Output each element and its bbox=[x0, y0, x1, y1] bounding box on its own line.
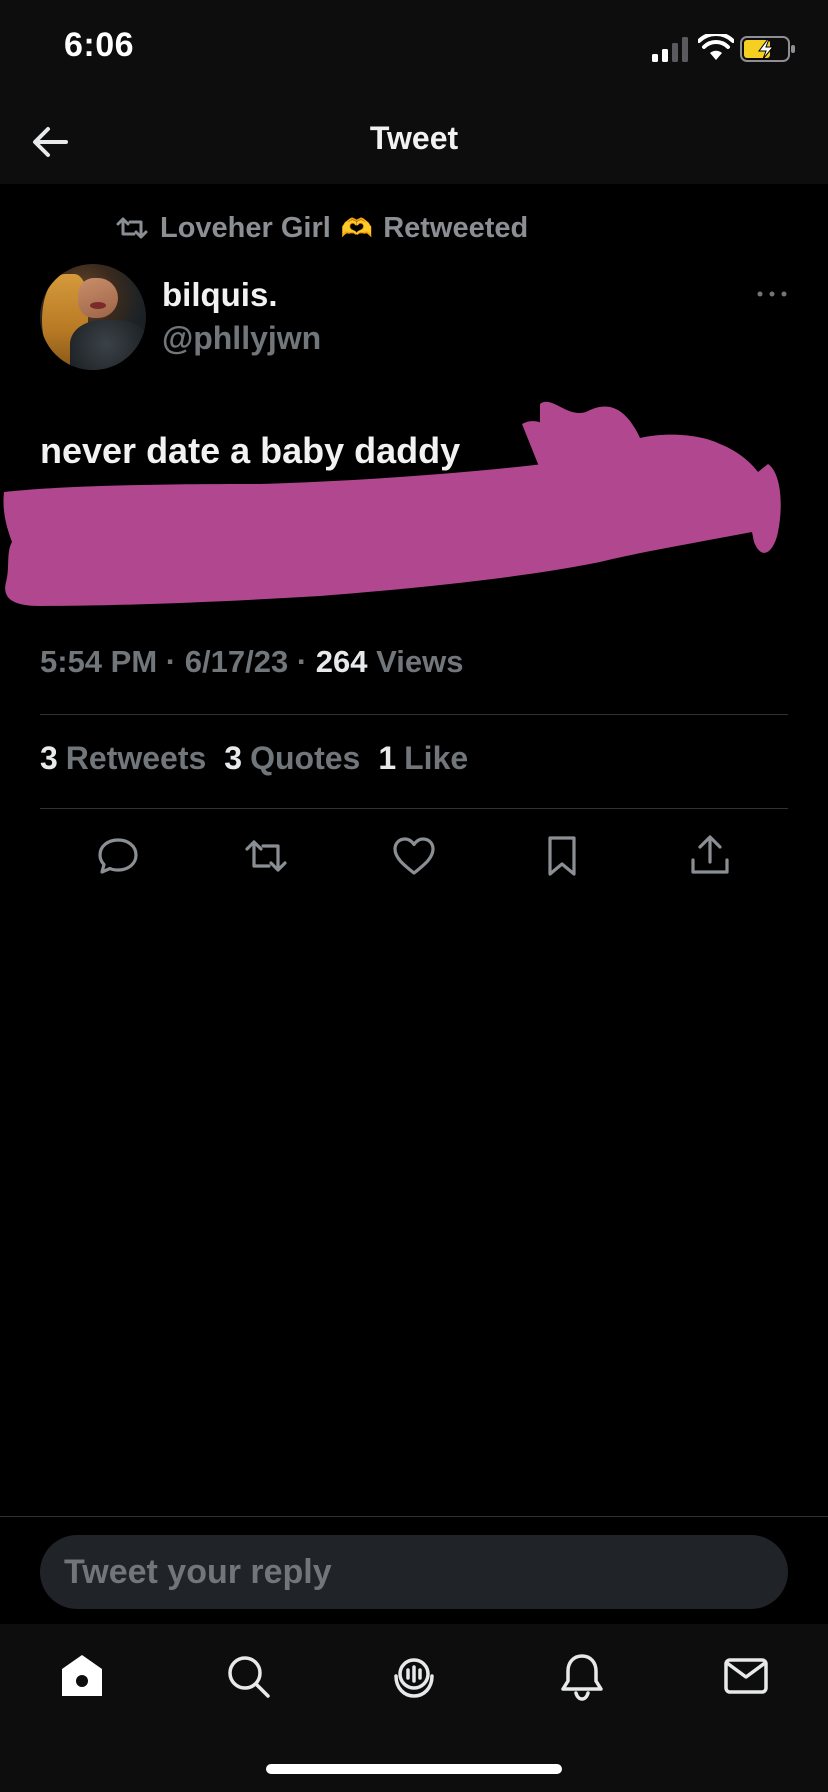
like-heart-icon bbox=[393, 837, 435, 875]
tab-home[interactable] bbox=[56, 1650, 108, 1702]
tab-spaces[interactable] bbox=[388, 1650, 440, 1702]
cellular-signal-icon bbox=[652, 37, 688, 62]
likes-label: Like bbox=[404, 740, 469, 776]
search-icon bbox=[228, 1656, 270, 1698]
reply-icon bbox=[98, 838, 138, 874]
views-label[interactable]: Views bbox=[376, 644, 463, 679]
home-indicator bbox=[266, 1764, 562, 1774]
tab-notifications[interactable] bbox=[556, 1650, 608, 1702]
retweets-count: 3 bbox=[40, 740, 58, 776]
tweet-text: never date a baby daddy bbox=[40, 430, 461, 471]
wifi-icon bbox=[698, 34, 734, 60]
tweet-time: 5:54 PM bbox=[40, 644, 158, 679]
battery-charging-icon bbox=[740, 36, 795, 62]
quotes-stat[interactable]: 3 Quotes bbox=[224, 740, 360, 777]
tab-messages[interactable] bbox=[720, 1650, 772, 1702]
retweet-button[interactable] bbox=[242, 832, 290, 880]
retweets-label: Retweets bbox=[65, 740, 207, 776]
meta-separator: · bbox=[165, 644, 177, 679]
more-dots-icon[interactable] bbox=[754, 282, 790, 306]
page-title: Tweet bbox=[369, 120, 459, 156]
quotes-label: Quotes bbox=[250, 740, 361, 776]
retweet-context[interactable]: Loveher Girl 🫶 Retweeted bbox=[114, 208, 528, 248]
heart-hands-emoji: 🫶 bbox=[340, 212, 374, 243]
retweeted-label: Retweeted bbox=[383, 211, 529, 244]
author-name[interactable]: bilquis. bbox=[162, 276, 278, 314]
quotes-count: 3 bbox=[224, 740, 243, 776]
reply-input[interactable] bbox=[40, 1535, 788, 1609]
tab-search[interactable] bbox=[222, 1650, 274, 1702]
divider bbox=[40, 714, 788, 715]
author-handle[interactable]: @phllyjwn bbox=[162, 320, 321, 357]
share-icon bbox=[691, 835, 729, 874]
retweeter-name: Loveher Girl bbox=[160, 211, 331, 244]
divider bbox=[40, 808, 788, 809]
share-button[interactable] bbox=[686, 832, 734, 880]
notifications-bell-icon bbox=[561, 1654, 603, 1701]
redaction-scribble bbox=[3, 401, 781, 606]
likes-count: 1 bbox=[378, 740, 397, 776]
spaces-icon bbox=[394, 1658, 434, 1698]
retweets-stat[interactable]: 3 Retweets bbox=[40, 740, 206, 777]
avatar[interactable] bbox=[40, 264, 146, 370]
engagement-stats: 3 Retweets 3 Quotes 1 Like bbox=[40, 740, 468, 777]
views-count[interactable]: 264 bbox=[316, 644, 368, 679]
tweet-date: 6/17/23 bbox=[184, 644, 289, 679]
bookmark-icon bbox=[548, 836, 576, 876]
tweet-meta: 5:54 PM · 6/17/23 · 264 Views bbox=[40, 644, 463, 680]
retweet-icon bbox=[116, 217, 148, 239]
home-icon bbox=[62, 1655, 102, 1696]
retweet-icon bbox=[245, 840, 287, 872]
meta-separator: · bbox=[296, 644, 308, 679]
bookmark-button[interactable] bbox=[538, 832, 586, 880]
messages-envelope-icon bbox=[724, 1658, 768, 1694]
reply-button[interactable] bbox=[94, 832, 142, 880]
likes-stat[interactable]: 1 Like bbox=[378, 740, 468, 777]
like-button[interactable] bbox=[390, 832, 438, 880]
status-time: 6:06 bbox=[64, 26, 135, 64]
